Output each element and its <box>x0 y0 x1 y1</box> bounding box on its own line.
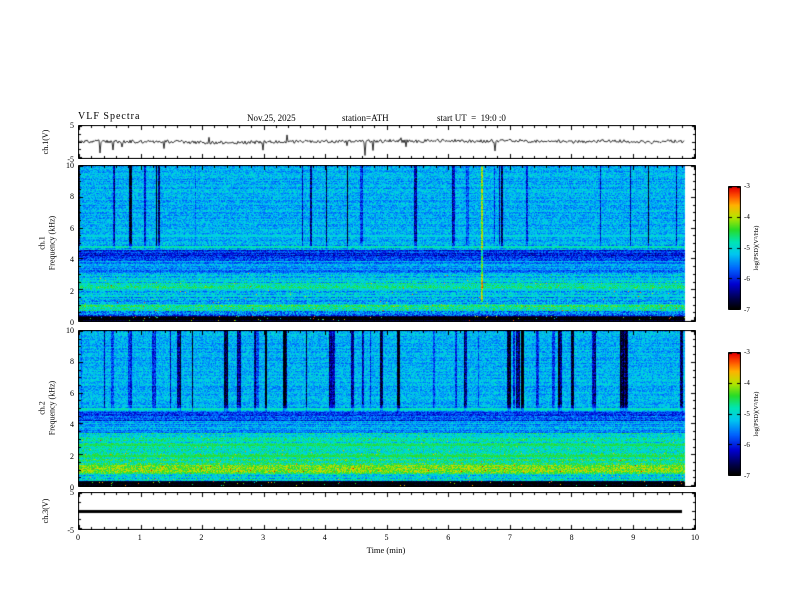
vlf-spectra-figure: VLF Spectra Nov.25, 2025 station=ATH sta… <box>0 0 792 612</box>
colorbar-tick-label: -4 <box>744 379 750 387</box>
y-tick-label: -5 <box>67 155 74 164</box>
ch1-spec-ylabel-line2: Frequency (kHz) <box>47 215 57 271</box>
x-tick-label: 0 <box>76 533 80 542</box>
colorbar-tick-label: -7 <box>744 306 750 314</box>
colorbar-1-canvas <box>728 186 741 310</box>
ch3-waveform-canvas <box>78 492 696 530</box>
y-tick-label: 8 <box>70 357 74 367</box>
ch2-spectrogram-canvas <box>78 330 696 487</box>
header-date: Nov.25, 2025 <box>247 113 296 123</box>
colorbar-tick-label: -5 <box>744 244 750 252</box>
ch2-spec-ylabel-line1: ch.2 <box>37 401 47 415</box>
y-tick-label: 2 <box>70 451 74 461</box>
y-tick-label: 6 <box>70 223 74 233</box>
ch1-waveform-canvas <box>78 125 696 159</box>
y-tick-label: 2 <box>70 286 74 296</box>
y-tick-label: 8 <box>70 192 74 202</box>
x-tick-label: 2 <box>199 533 204 542</box>
y-tick-label: 10 <box>66 326 74 335</box>
ch1-spectrogram-canvas <box>78 165 696 322</box>
ch2-spec-ylabel: ch.2 Frequency (kHz) <box>38 330 58 487</box>
ch1-spec-ylabel: ch.1 Frequency (kHz) <box>38 165 58 322</box>
colorbar-tick-label: -4 <box>744 213 750 221</box>
page-title: VLF Spectra <box>78 111 141 122</box>
header-start-ut: start UT = 19:0 :0 <box>437 113 506 123</box>
x-tick-label: 4 <box>322 533 327 542</box>
y-tick-label: 6 <box>70 388 74 398</box>
x-tick-label: 9 <box>631 533 636 542</box>
ch3-wave-ylabel: ch.3(V) <box>41 498 50 524</box>
y-tick-label: 4 <box>70 420 74 430</box>
ch1-spec-ylabel-line1: ch.1 <box>37 236 47 250</box>
colorbar-tick-label: -6 <box>744 441 750 449</box>
x-tick-label: 6 <box>446 533 451 542</box>
colorbar-tick-label: -3 <box>744 348 750 356</box>
x-tick-label: 7 <box>507 533 512 542</box>
x-tick-label: 10 <box>691 533 699 542</box>
ch2-spec-ylabel-line2: Frequency (kHz) <box>47 380 57 436</box>
colorbar-tick-label: -6 <box>744 275 750 283</box>
x-tick-label: 5 <box>384 533 389 542</box>
y-tick-label: 4 <box>70 255 74 265</box>
x-tick-label: 8 <box>569 533 574 542</box>
colorbar-2-canvas <box>728 352 741 476</box>
colorbar-tick-label: -5 <box>744 410 750 418</box>
x-axis-label: Time (min) <box>366 545 406 555</box>
header-station: station=ATH <box>342 113 389 123</box>
colorbar-tick-label: -7 <box>744 472 750 480</box>
x-tick-label: 1 <box>137 533 142 542</box>
colorbar-tick-label: -3 <box>744 182 750 190</box>
y-tick-label: 5 <box>70 121 74 130</box>
x-tick-label: 3 <box>261 533 266 542</box>
y-tick-label: 5 <box>70 488 74 497</box>
